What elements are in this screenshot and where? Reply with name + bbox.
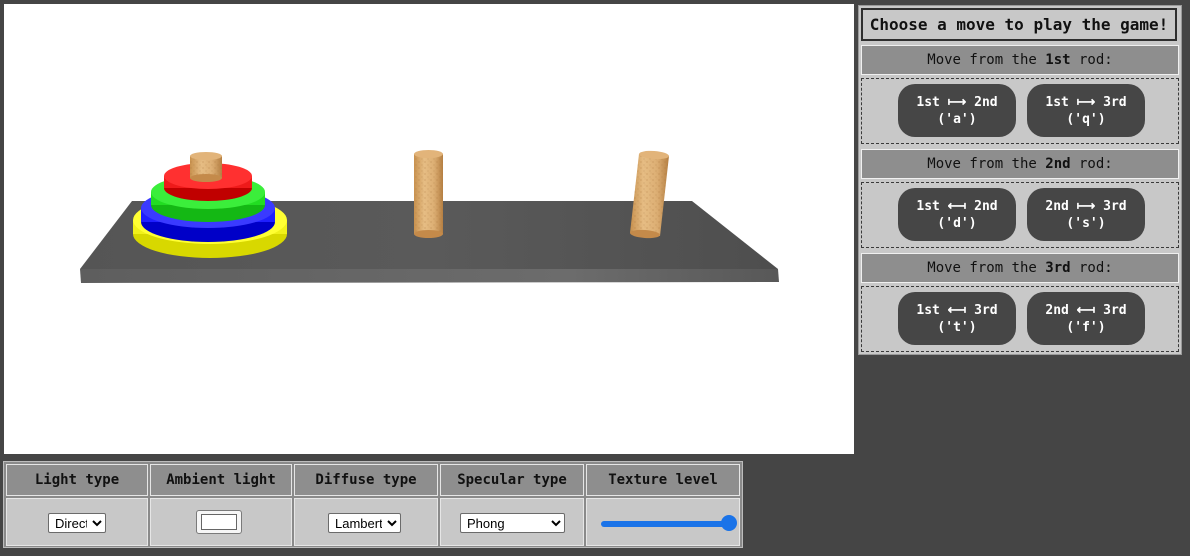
rod-2-moves: 1st ⟻ 2nd ('d') 2nd ⟼ 3rd ('s') [861,182,1179,248]
ambient-color-swatch [201,514,237,530]
diffuse-type-label: Diffuse type [294,464,438,496]
texture-slider-track[interactable] [601,521,729,527]
move-1-to-3-button[interactable]: 1st ⟼ 3rd ('q') [1027,84,1145,137]
rod-1-moves: 1st ⟼ 2nd ('a') 1st ⟼ 3rd ('q') [861,78,1179,144]
move-1-to-2-button[interactable]: 1st ⟼ 2nd ('a') [898,84,1016,137]
tower-scene [80,150,779,283]
specular-type-label: Specular type [440,464,584,496]
texture-level-cell [586,498,740,546]
move-2-to-3-button[interactable]: 2nd ⟼ 3rd ('s') [1027,188,1145,241]
light-type-label: Light type [6,464,148,496]
panel-title: Choose a move to play the game! [861,8,1177,41]
move-3-to-2-button[interactable]: 2nd ⟻ 3rd ('f') [1027,292,1145,345]
texture-slider-thumb[interactable] [721,515,737,531]
diffuse-type-cell: Lambert [294,498,438,546]
rod-3-header: Move from the 3rd rod: [861,253,1179,283]
ambient-light-label: Ambient light [150,464,292,496]
move-2-to-1-button[interactable]: 1st ⟻ 2nd ('d') [898,188,1016,241]
ambient-color-picker[interactable] [196,510,242,534]
rod-1-header: Move from the 1st rod: [861,45,1179,75]
diffuse-type-select[interactable]: Lambert [328,513,401,533]
peg-2[interactable] [414,150,443,238]
texture-level-label: Texture level [586,464,740,496]
move-panel: Choose a move to play the game! Move fro… [858,5,1182,355]
peg-1-stack[interactable] [133,152,287,258]
light-type-select[interactable]: Direct [48,513,106,533]
ambient-light-cell [150,498,292,546]
peg-1[interactable] [190,152,222,182]
move-3-to-1-button[interactable]: 1st ⟻ 3rd ('t') [898,292,1016,345]
rod-3-moves: 1st ⟻ 3rd ('t') 2nd ⟻ 3rd ('f') [861,286,1179,352]
specular-type-cell: Phong [440,498,584,546]
specular-type-select[interactable]: Phong [460,513,565,533]
game-canvas[interactable] [4,4,854,454]
light-type-cell: Direct [6,498,148,546]
render-controls: Light type Ambient light Diffuse type Sp… [3,461,743,548]
rod-2-header: Move from the 2nd rod: [861,149,1179,179]
